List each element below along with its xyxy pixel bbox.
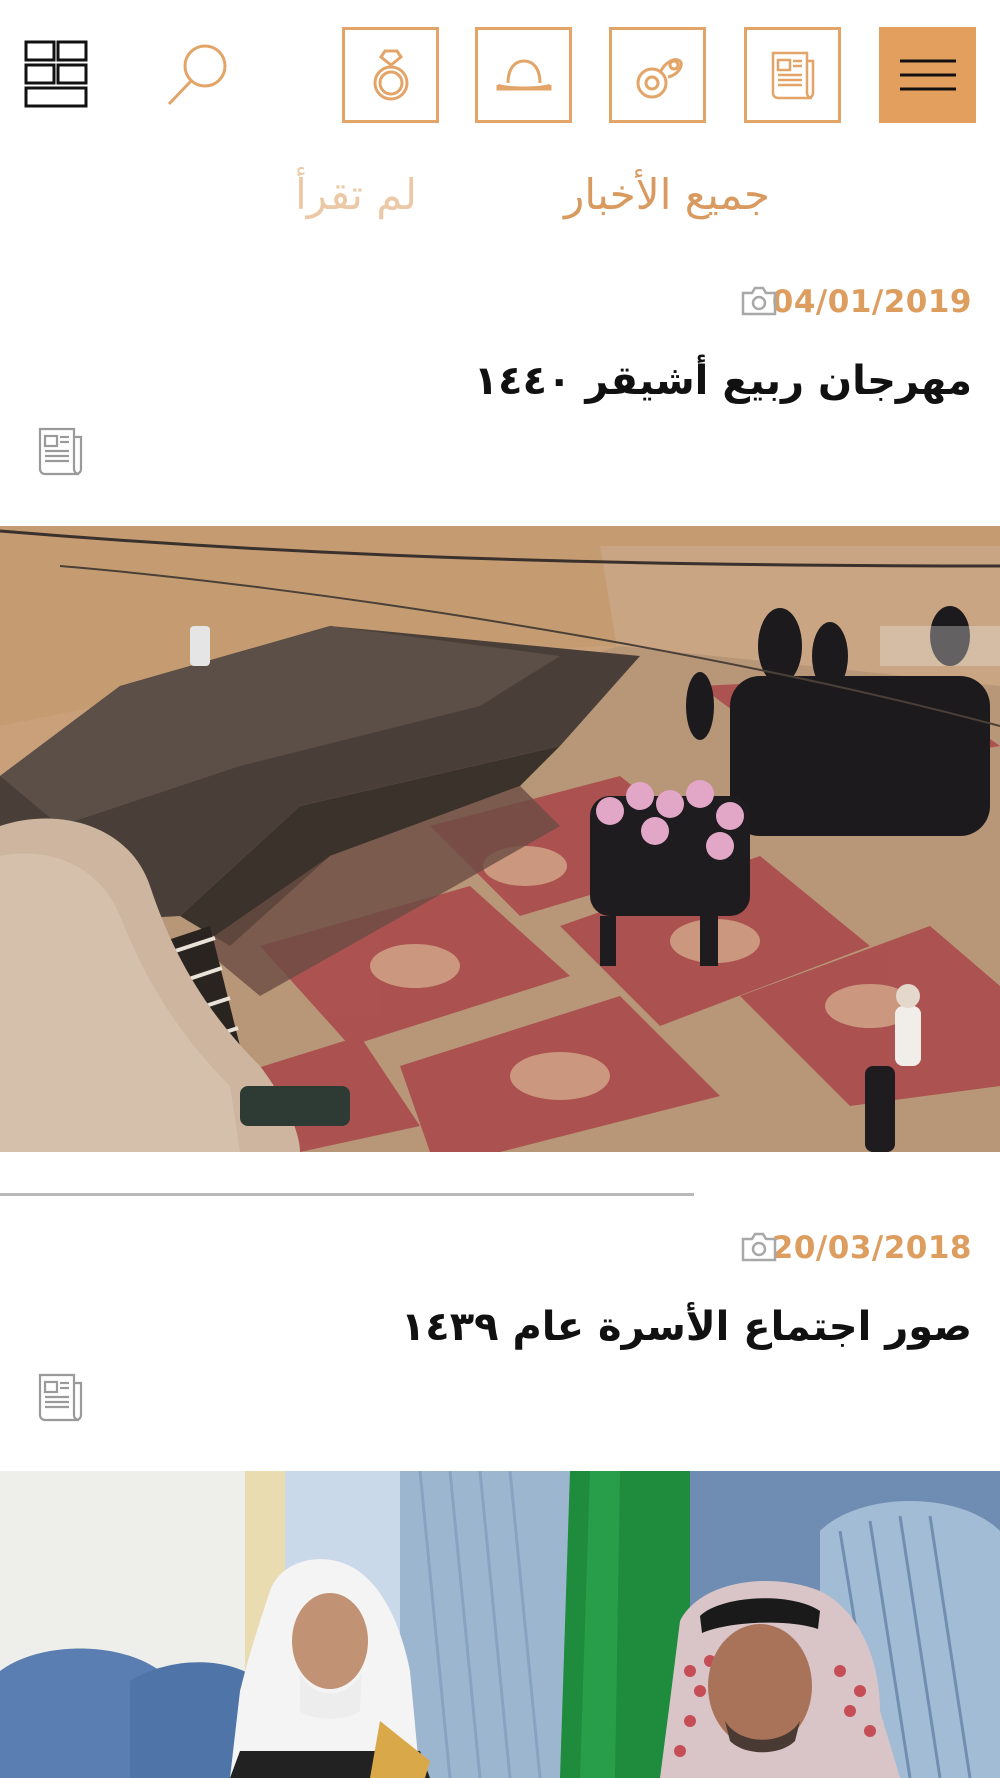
news-item[interactable]: 04/01/2019 مهرجان ربيع أشيقر ١٤٤٠ bbox=[0, 270, 1000, 1196]
news-title[interactable]: صور اجتماع الأسرة عام ١٤٣٩ bbox=[401, 1304, 972, 1350]
top-toolbar bbox=[0, 0, 1000, 140]
news-page: جميع الأخبار لم تقرأ 04/01/2019 مهرجان ر… bbox=[0, 0, 1000, 1778]
pacifier-icon bbox=[636, 58, 683, 99]
news-title[interactable]: مهرجان ربيع أشيقر ١٤٤٠ bbox=[474, 358, 972, 404]
news-date: 04/01/2019 bbox=[771, 284, 972, 320]
category-weddings-button[interactable] bbox=[342, 27, 439, 123]
newspaper-icon bbox=[38, 1373, 83, 1422]
menu-button[interactable] bbox=[879, 27, 976, 123]
news-filter-tabs: جميع الأخبار لم تقرأ bbox=[0, 160, 1000, 230]
search-icon[interactable] bbox=[165, 42, 231, 108]
ring-icon bbox=[373, 49, 408, 101]
news-date: 20/03/2018 bbox=[771, 1230, 972, 1266]
tab-unread[interactable]: لم تقرأ bbox=[295, 160, 417, 230]
item-divider bbox=[0, 1193, 694, 1196]
category-condolences-button[interactable] bbox=[475, 27, 572, 123]
category-news-button[interactable] bbox=[744, 27, 841, 123]
news-item[interactable]: 20/03/2018 صور اجتماع الأسرة عام ١٤٣٩ bbox=[0, 1216, 1000, 1778]
tab-all-news[interactable]: جميع الأخبار bbox=[564, 160, 770, 230]
newspaper-icon bbox=[38, 427, 83, 476]
camera-icon bbox=[741, 286, 777, 316]
family-meeting-photo[interactable] bbox=[0, 1471, 1000, 1778]
menu-icon bbox=[899, 59, 956, 91]
grid-icon[interactable] bbox=[24, 38, 88, 112]
newspaper-icon bbox=[771, 51, 814, 100]
tent-icon bbox=[496, 59, 551, 91]
festival-tent-gathering-photo[interactable] bbox=[0, 526, 1000, 1152]
camera-icon bbox=[741, 1232, 777, 1262]
category-births-button[interactable] bbox=[609, 27, 706, 123]
